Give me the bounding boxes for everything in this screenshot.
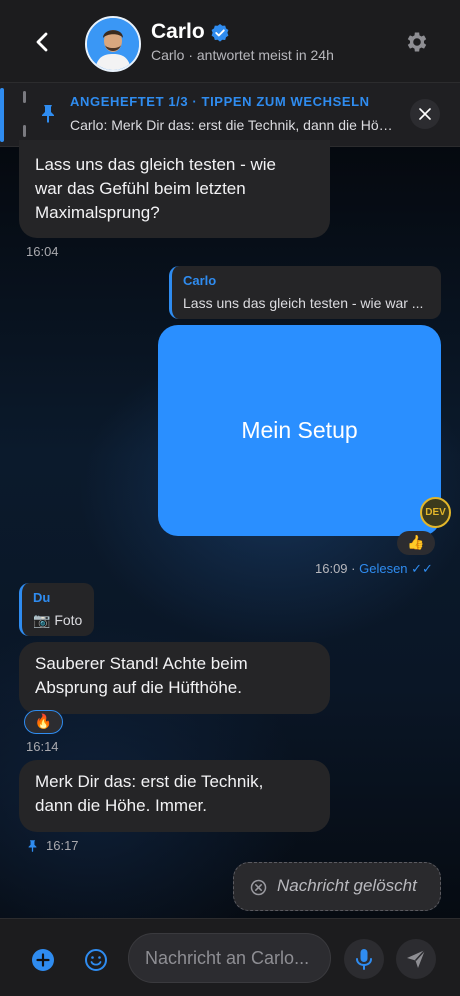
reaction-fire[interactable]: 🔥	[24, 710, 63, 734]
dev-badge: DEV	[420, 497, 451, 528]
pin-icon	[28, 840, 37, 852]
pin-icon	[42, 105, 54, 123]
message-input[interactable]	[128, 933, 331, 983]
avatar[interactable]	[85, 16, 141, 72]
close-icon	[419, 108, 431, 120]
message-timestamp: 16:09 ·	[315, 561, 356, 576]
media-attachment[interactable]: Mein Setup	[158, 325, 441, 536]
message-line: dann die Höhe. Immer.	[35, 796, 207, 815]
voice-message-button[interactable]	[344, 939, 384, 979]
pinned-indicator-active	[0, 88, 4, 142]
pinned-text: Carlo: Merk Dir das: erst die Technik, d…	[70, 117, 395, 133]
reaction-thumbs-up[interactable]: 👍	[397, 531, 435, 555]
emoji-icon	[85, 949, 107, 971]
message-line: Merk Dir das: erst die Technik,	[35, 772, 264, 791]
verified-badge-icon	[211, 24, 229, 42]
add-attachment-button[interactable]	[24, 941, 62, 979]
message-line: Lass uns das gleich testen - wie	[35, 155, 276, 174]
message-line: Sauberer Stand! Achte beim	[35, 654, 248, 673]
pinned-title: ANGEHEFTET 1/3 · TIPPEN ZUM WECHSELN	[70, 94, 370, 109]
reply-quote-author: Carlo	[183, 273, 217, 288]
send-button[interactable]	[396, 939, 436, 979]
message-bubble-incoming[interactable]: Sauberer Stand! Achte beim Absprung auf …	[19, 642, 330, 714]
reply-quote-text: 📷 Foto	[33, 612, 83, 628]
media-caption: Mein Setup	[241, 417, 358, 443]
reply-quote-text: Lass uns das gleich testen - wie war ...	[183, 295, 424, 311]
message-composer	[0, 918, 460, 996]
back-arrow-icon[interactable]	[30, 29, 56, 55]
message-line: Maximalsprung?	[35, 203, 160, 222]
microphone-icon	[356, 949, 372, 970]
message-line: war das Gefühl beim letzten	[35, 179, 246, 198]
message-timestamp: 16:14	[26, 739, 59, 754]
deleted-message: Nachricht gelöscht	[233, 862, 441, 911]
settings-gear-icon[interactable]	[404, 29, 430, 55]
contact-name: Carlo	[151, 20, 205, 43]
message-timestamp: 16:04	[26, 244, 59, 259]
message-bubble-incoming[interactable]: Merk Dir das: erst die Technik, dann die…	[19, 760, 330, 832]
reply-quote-author: Du	[33, 590, 51, 605]
pinned-message-bar[interactable]: ANGEHEFTET 1/3 · TIPPEN ZUM WECHSELN Car…	[0, 83, 460, 147]
pinned-indicator	[23, 125, 26, 137]
deleted-icon	[250, 879, 267, 896]
reply-quote[interactable]: Du 📷 Foto	[19, 583, 94, 636]
emoji-button[interactable]	[77, 941, 115, 979]
plus-icon	[32, 949, 54, 971]
deleted-message-text: Nachricht gelöscht	[277, 876, 417, 895]
message-bubble-incoming[interactable]: Lass uns das gleich testen - wie war das…	[19, 140, 330, 238]
pinned-indicator	[23, 91, 26, 103]
reply-quote[interactable]: Carlo Lass uns das gleich testen - wie w…	[169, 266, 441, 319]
send-icon	[407, 949, 426, 968]
message-timestamp: 16:17	[46, 838, 79, 853]
chat-header: Carlo Carlo · antwortet meist in 24h	[0, 0, 460, 83]
read-receipt: Gelesen ✓✓	[359, 561, 433, 576]
message-line: Absprung auf die Hüfthöhe.	[35, 678, 242, 697]
message-status: 16:09 · Gelesen ✓✓	[315, 561, 433, 577]
contact-status: Carlo · antwortet meist in 24h	[151, 47, 334, 63]
close-pinned-button[interactable]	[410, 99, 440, 129]
